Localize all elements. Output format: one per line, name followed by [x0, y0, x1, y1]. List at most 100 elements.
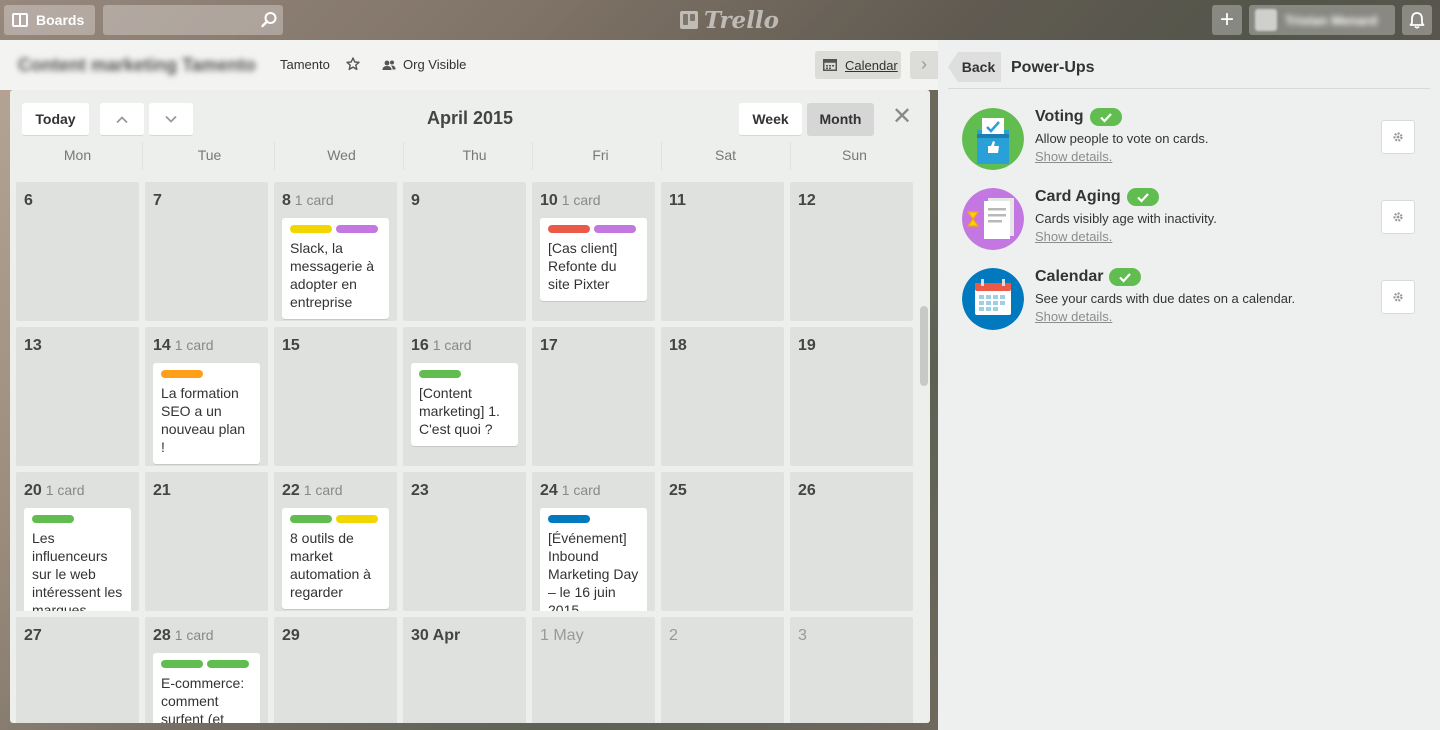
- day-number: 28: [153, 627, 171, 644]
- gear-icon: [1393, 292, 1403, 302]
- show-details-link[interactable]: Show details.: [1035, 309, 1112, 324]
- board-visibility[interactable]: Org Visible: [382, 57, 466, 72]
- weekday-divider: [790, 142, 791, 170]
- boards-label: Boards: [36, 12, 85, 28]
- close-icon[interactable]: ✕: [890, 105, 914, 129]
- weekday-divider: [403, 142, 404, 170]
- day-header: 26: [798, 482, 816, 500]
- calendar-day[interactable]: 27: [16, 617, 139, 723]
- notifications-button[interactable]: [1402, 5, 1432, 35]
- calendar-card[interactable]: [Content marketing] 1. C'est quoi ?: [411, 363, 518, 446]
- power-up-title: Voting: [1035, 108, 1084, 125]
- avatar: [1255, 9, 1277, 31]
- calendar-card[interactable]: Les influenceurs sur le web intéressent …: [24, 508, 131, 611]
- day-header: 9: [411, 192, 420, 210]
- power-up-calendar: Calendar See your cards with due dates o…: [938, 268, 1440, 334]
- board-org-name[interactable]: Tamento: [280, 57, 330, 72]
- calendar-day[interactable]: 21: [145, 472, 268, 611]
- month-view-button[interactable]: Month: [807, 103, 874, 136]
- calendar-day[interactable]: 1 May: [532, 617, 655, 723]
- calendar-day[interactable]: 2: [661, 617, 784, 723]
- weekday-header: Mon Tue Wed Thu Fri Sat Sun: [10, 142, 930, 172]
- back-button[interactable]: Back: [948, 52, 1001, 82]
- search-input[interactable]: [103, 5, 283, 35]
- calendar-day[interactable]: 30 Apr: [403, 617, 526, 723]
- gear-icon: [1393, 132, 1403, 142]
- check-icon: [1089, 108, 1122, 126]
- scrollbar-thumb[interactable]: [920, 306, 928, 386]
- calendar-day[interactable]: 26: [790, 472, 913, 611]
- day-number: 13: [24, 337, 42, 354]
- add-icon[interactable]: +: [1212, 5, 1242, 35]
- calendar-day[interactable]: 16 1 card [Content marketing] 1. C'est qu…: [403, 327, 526, 466]
- star-icon[interactable]: [346, 57, 360, 71]
- calendar-day[interactable]: 25: [661, 472, 784, 611]
- prev-month-button[interactable]: [100, 103, 144, 136]
- calendar-card[interactable]: Slack, la messagerie à adopter en entrep…: [282, 218, 389, 319]
- calendar-day[interactable]: 11: [661, 182, 784, 321]
- day-number: 25: [669, 482, 687, 499]
- calendar-day[interactable]: 23: [403, 472, 526, 611]
- check-icon: [1109, 268, 1142, 286]
- calendar-day[interactable]: 17: [532, 327, 655, 466]
- calendar-button[interactable]: Calendar: [815, 51, 901, 79]
- calendar-card[interactable]: [Cas client] Refonte du site Pixter: [540, 218, 647, 301]
- card-labels: [161, 370, 252, 378]
- calendar-day[interactable]: 8 1 card Slack, la messagerie à adopter e…: [274, 182, 397, 321]
- day-header: 22 1 card: [282, 482, 343, 500]
- day-number: 7: [153, 192, 162, 209]
- power-up-title: Card Aging: [1035, 188, 1121, 205]
- day-header: 24 1 card: [540, 482, 601, 500]
- card-title: [Cas client] Refonte du site Pixter: [548, 240, 618, 292]
- settings-button[interactable]: [1381, 280, 1415, 314]
- calendar-day[interactable]: 28 1 card E-commerce: comment surfent (et: [145, 617, 268, 723]
- calendar-day[interactable]: 7: [145, 182, 268, 321]
- calendar-day[interactable]: 12: [790, 182, 913, 321]
- day-header: 12: [798, 192, 816, 210]
- chevron-right-icon[interactable]: ›: [910, 51, 938, 79]
- weekday-label: Tue: [197, 147, 222, 163]
- day-header: 16 1 card: [411, 337, 472, 355]
- today-button[interactable]: Today: [22, 103, 89, 136]
- settings-button[interactable]: [1381, 200, 1415, 234]
- trello-logo[interactable]: Trello: [680, 6, 779, 34]
- calendar-day[interactable]: 15: [274, 327, 397, 466]
- calendar-card[interactable]: La formation SEO a un nouveau plan !: [153, 363, 260, 464]
- day-header: 25: [669, 482, 687, 500]
- board-title[interactable]: Content marketing Tamento: [18, 55, 256, 76]
- calendar-day[interactable]: 9: [403, 182, 526, 321]
- calendar-card[interactable]: E-commerce: comment surfent (et: [153, 653, 260, 723]
- show-details-link[interactable]: Show details.: [1035, 149, 1112, 164]
- weekday-divider: [142, 142, 143, 170]
- day-header: 13: [24, 337, 42, 355]
- day-number: 8: [282, 192, 291, 209]
- day-header: 23: [411, 482, 429, 500]
- calendar-day[interactable]: 18: [661, 327, 784, 466]
- settings-button[interactable]: [1381, 120, 1415, 154]
- team-icon: [382, 60, 396, 70]
- calendar-day[interactable]: 13: [16, 327, 139, 466]
- calendar-day[interactable]: 6: [16, 182, 139, 321]
- calendar-day[interactable]: 20 1 card Les influenceurs sur le web int…: [16, 472, 139, 611]
- calendar-card[interactable]: 8 outils de market automation à regarder: [282, 508, 389, 609]
- day-header: 21: [153, 482, 171, 500]
- week-view-button[interactable]: Week: [739, 103, 802, 136]
- calendar-day[interactable]: 19: [790, 327, 913, 466]
- show-details-link[interactable]: Show details.: [1035, 229, 1112, 244]
- calendar-card[interactable]: [Événement] Inbound Marketing Day – le 1…: [540, 508, 647, 611]
- next-month-button[interactable]: [149, 103, 193, 136]
- calendar-day[interactable]: 3: [790, 617, 913, 723]
- card-labels: [548, 225, 639, 233]
- calendar-day[interactable]: 14 1 card La formation SEO a un nouveau p…: [145, 327, 268, 466]
- calendar-day[interactable]: 10 1 card [Cas client] Refonte du site Pi…: [532, 182, 655, 321]
- member-menu-button[interactable]: Tristan Menard: [1249, 5, 1395, 35]
- search-icon[interactable]: [260, 11, 278, 29]
- calendar-day[interactable]: 29: [274, 617, 397, 723]
- boards-button[interactable]: Boards: [4, 5, 95, 35]
- calendar-day[interactable]: 24 1 card [Événement] Inbound Marketing D…: [532, 472, 655, 611]
- gear-icon: [1393, 212, 1403, 222]
- card-count: 1 card: [432, 337, 472, 353]
- calendar-day[interactable]: 22 1 card 8 outils de market automation à…: [274, 472, 397, 611]
- calendar-icon: [962, 268, 1024, 330]
- power-up-description: Allow people to vote on cards.: [1035, 131, 1209, 146]
